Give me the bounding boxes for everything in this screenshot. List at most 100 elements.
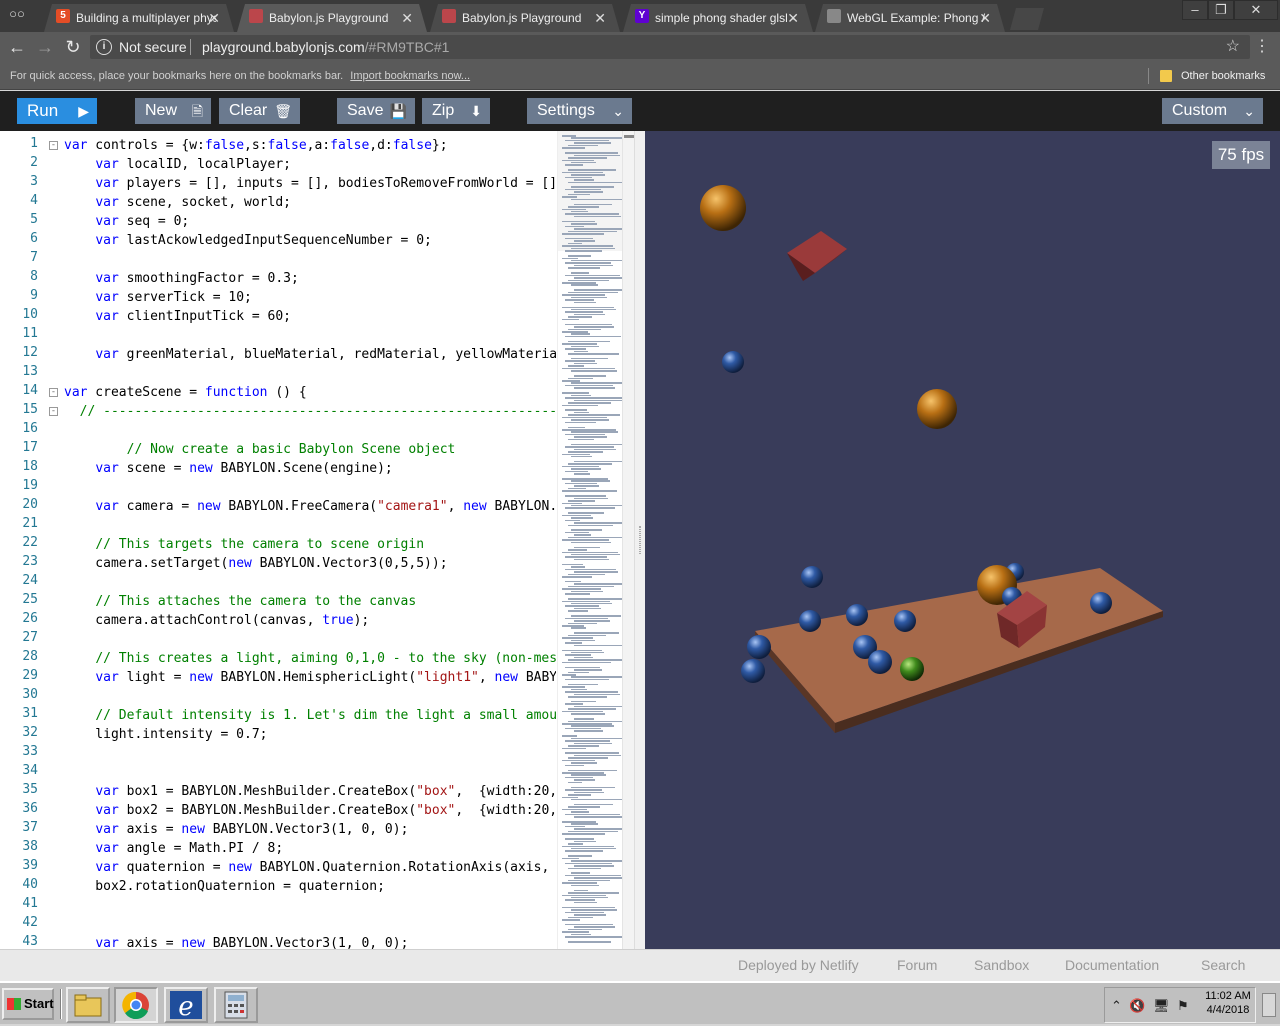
- editor-scrollbar[interactable]: [622, 131, 634, 949]
- minimap-line: [568, 279, 609, 282]
- network-icon[interactable]: 🖥: [1153, 998, 1170, 1014]
- pane-splitter[interactable]: [634, 131, 645, 949]
- splitter-grip[interactable]: [639, 526, 641, 554]
- code-line[interactable]: var localID, localPlayer;: [64, 155, 291, 174]
- restore-icon[interactable]: ❐: [1208, 0, 1234, 20]
- code-line[interactable]: var angle = Math.PI / 8;: [64, 839, 283, 858]
- code-line[interactable]: var quaternion = new BABYLON.Quaternion.…: [64, 858, 556, 877]
- code-line[interactable]: var controls = {w:false,s:false,a:false,…: [64, 136, 448, 155]
- minimap[interactable]: [557, 131, 631, 949]
- blue-sphere: [799, 610, 821, 632]
- code-area[interactable]: var controls = {w:false,s:false,a:false,…: [64, 131, 556, 949]
- tab-close-icon[interactable]: ✕: [208, 6, 220, 30]
- code-line[interactable]: var scene, socket, world;: [64, 193, 291, 212]
- close-window-icon[interactable]: ✕: [1234, 0, 1278, 20]
- footer-link-sandbox[interactable]: Sandbox: [974, 957, 1029, 973]
- code-line[interactable]: // This attaches the camera to the canva…: [64, 592, 416, 611]
- line-number: 18: [22, 459, 38, 474]
- render-canvas[interactable]: 75 fps: [645, 131, 1280, 949]
- custom-dropdown[interactable]: Custom ⌄: [1162, 98, 1263, 124]
- code-line[interactable]: var smoothingFactor = 0.3;: [64, 269, 299, 288]
- code-line[interactable]: var clientInputTick = 60;: [64, 307, 291, 326]
- code-line[interactable]: // Now create a basic Babylon Scene obje…: [64, 440, 456, 459]
- tab-close-icon[interactable]: ✕: [979, 6, 991, 30]
- other-bookmarks[interactable]: Other bookmarks: [1181, 62, 1265, 90]
- new-tab-button[interactable]: [1010, 8, 1044, 30]
- code-editor[interactable]: 1-2 3 4 5 6 7 8 9 10 11 12 13 14-15-16 17 18 19 20 21 22 23…: [0, 131, 640, 949]
- start-button[interactable]: Start: [2, 988, 54, 1020]
- code-line[interactable]: var box1 = BABYLON.MeshBuilder.CreateBox…: [64, 782, 556, 801]
- minimap-line: [565, 262, 611, 264]
- forward-icon[interactable]: →: [34, 36, 56, 58]
- settings-dropdown[interactable]: Settings ⌄: [527, 98, 632, 124]
- footer-link-documentation[interactable]: Documentation: [1065, 957, 1159, 973]
- line-number: 25: [22, 592, 38, 607]
- code-line[interactable]: camera.attachControl(canvas, true);: [64, 611, 369, 630]
- zip-button[interactable]: Zip ⬇: [422, 98, 490, 124]
- code-line[interactable]: var box2 = BABYLON.MeshBuilder.CreateBox…: [64, 801, 556, 820]
- browser-tab[interactable]: Babylon.js Playground ✕: [430, 4, 620, 32]
- fold-toggle-icon[interactable]: -: [49, 407, 58, 416]
- code-line[interactable]: var light = new BABYLON.HemisphericLight…: [64, 668, 556, 687]
- minimap-line: [562, 318, 579, 321]
- code-line[interactable]: camera.setTarget(new BABYLON.Vector3(0,5…: [64, 554, 447, 573]
- footer-link-deployed-by-netlify[interactable]: Deployed by Netlify: [738, 957, 859, 973]
- ie-app[interactable]: e: [164, 987, 208, 1023]
- new-button[interactable]: New 🗎: [135, 98, 211, 124]
- volume-muted-icon[interactable]: 🔇: [1129, 998, 1145, 1014]
- tray-expand-icon[interactable]: ⌃: [1111, 998, 1122, 1014]
- show-desktop-button[interactable]: [1262, 993, 1276, 1017]
- info-icon[interactable]: i: [96, 39, 112, 55]
- import-bookmarks-link[interactable]: Import bookmarks now...: [350, 70, 470, 82]
- chrome-menu-icon[interactable]: ⋮: [1254, 36, 1270, 58]
- code-line[interactable]: var serverTick = 10;: [64, 288, 252, 307]
- code-line[interactable]: var scene = new BABYLON.Scene(engine);: [64, 459, 392, 478]
- url-text[interactable]: playground.babylonjs.com/#RM9TBC#1: [202, 35, 449, 59]
- run-button[interactable]: Run ▶: [17, 98, 97, 124]
- code-line[interactable]: // -------------------------------------…: [64, 402, 556, 421]
- code-line[interactable]: light.intensity = 0.7;: [64, 725, 267, 744]
- browser-tab[interactable]: 5 Building a multiplayer phys ✕: [44, 4, 234, 32]
- tab-close-icon[interactable]: ✕: [401, 6, 413, 30]
- reload-icon[interactable]: ↻: [62, 36, 84, 58]
- code-line[interactable]: var seq = 0;: [64, 212, 189, 231]
- browser-tab[interactable]: Babylon.js Playground ✕: [237, 4, 427, 32]
- minimap-line: [565, 164, 583, 166]
- chrome-app[interactable]: [114, 987, 158, 1023]
- scrollbar-thumb[interactable]: [624, 135, 634, 138]
- bookmark-star-icon[interactable]: ☆: [1226, 35, 1240, 59]
- code-line[interactable]: var greenMaterial, blueMaterial, redMate…: [64, 345, 556, 364]
- back-icon[interactable]: ←: [6, 36, 28, 58]
- code-line[interactable]: var lastAckowledgedInputSequenceNumber =…: [64, 231, 432, 250]
- code-line[interactable]: var createScene = function () {: [64, 383, 307, 402]
- code-line[interactable]: var axis = new BABYLON.Vector3(1, 0, 0);: [64, 934, 408, 949]
- minimap-line: [565, 752, 619, 754]
- omnibox[interactable]: i Not secure playground.babylonjs.com/#R…: [90, 35, 1250, 59]
- code-line[interactable]: // Default intensity is 1. Let's dim the…: [64, 706, 556, 725]
- taskbar-clock[interactable]: 11:02 AM 4/4/2018: [1200, 989, 1256, 1017]
- minimize-icon[interactable]: –: [1182, 0, 1208, 20]
- code-line[interactable]: var players = [], inputs = [], bodiesToR…: [64, 174, 556, 193]
- fold-toggle-icon[interactable]: -: [49, 388, 58, 397]
- explorer-app[interactable]: [66, 987, 110, 1023]
- action-center-flag-icon[interactable]: ⚑: [1177, 998, 1189, 1014]
- html5-icon: 5: [56, 9, 70, 23]
- minimap-line: [565, 580, 581, 583]
- code-line[interactable]: // This targets the camera to scene orig…: [64, 535, 424, 554]
- bookmarks-bar: For quick access, place your bookmarks h…: [0, 62, 1280, 90]
- clear-button[interactable]: Clear 🗑: [219, 98, 300, 124]
- footer-link-forum[interactable]: Forum: [897, 957, 937, 973]
- browser-tab[interactable]: WebGL Example: Phong / B ✕: [815, 4, 1005, 32]
- save-button[interactable]: Save 💾: [337, 98, 415, 124]
- tab-close-icon[interactable]: ✕: [594, 6, 606, 30]
- minimap-line: [562, 563, 583, 566]
- fold-toggle-icon[interactable]: -: [49, 141, 58, 150]
- tab-close-icon[interactable]: ✕: [787, 6, 799, 30]
- code-line[interactable]: var axis = new BABYLON.Vector3(1, 0, 0);: [64, 820, 408, 839]
- code-line[interactable]: // This creates a light, aiming 0,1,0 - …: [64, 649, 556, 668]
- footer-link-search[interactable]: Search: [1201, 957, 1245, 973]
- calculator-app[interactable]: [214, 987, 258, 1023]
- code-line[interactable]: var camera = new BABYLON.FreeCamera("cam…: [64, 497, 556, 516]
- code-line[interactable]: box2.rotationQuaternion = quaternion;: [64, 877, 385, 896]
- browser-tab[interactable]: Ysimple phong shader glsl - ✕: [623, 4, 813, 32]
